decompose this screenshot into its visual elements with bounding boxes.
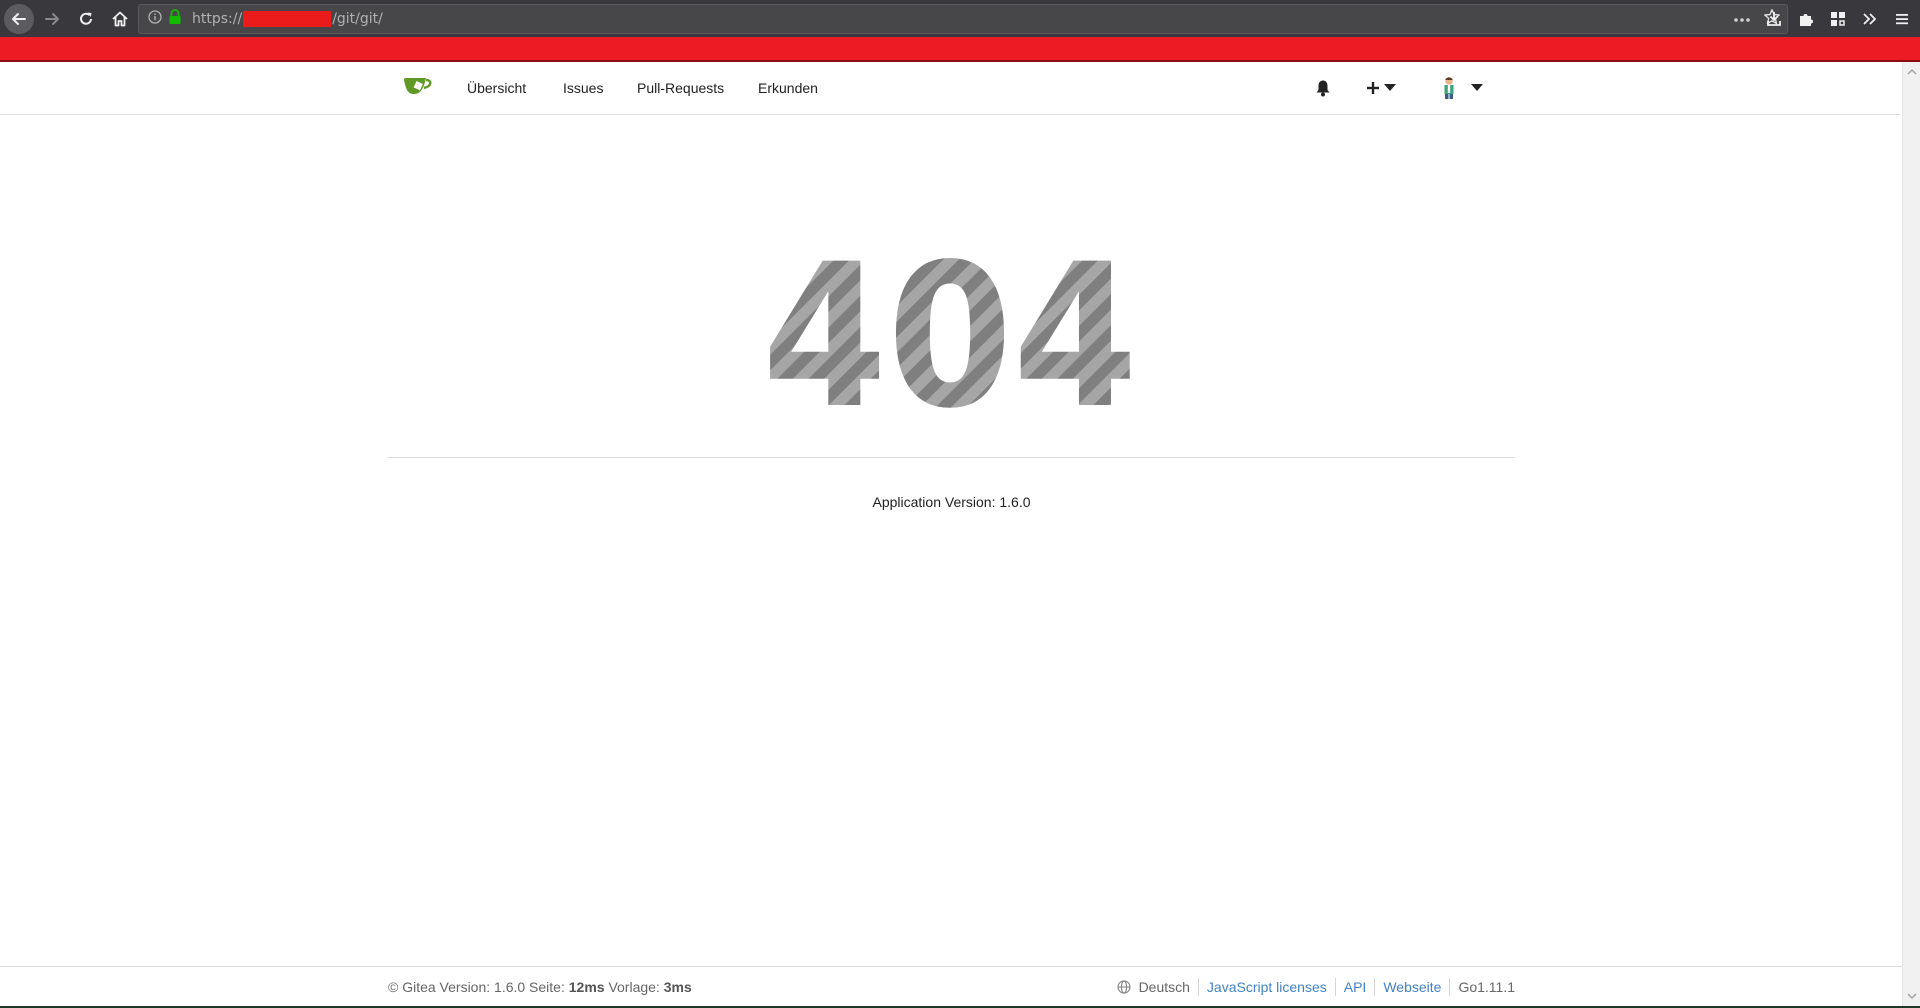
- notification-banner: [0, 37, 1920, 62]
- arrow-left-icon: [12, 12, 26, 25]
- app-version: Application Version: 1.6.0: [872, 494, 1031, 510]
- nav-issues[interactable]: Issues: [563, 62, 603, 114]
- gitea-logo[interactable]: [402, 76, 432, 98]
- hamburger-icon[interactable]: [1890, 7, 1914, 31]
- footer-separator: [1334, 978, 1336, 996]
- gitea-header: Übersicht Issues Pull-Requests Erkunden: [0, 62, 1900, 115]
- language-selector[interactable]: Deutsch: [1116, 979, 1190, 995]
- footer-separator: [1197, 978, 1199, 996]
- avatar-icon: [1444, 77, 1454, 99]
- url-text[interactable]: https:// /git/git/: [192, 11, 383, 27]
- home-icon: [112, 11, 128, 26]
- nav-overview[interactable]: Übersicht: [467, 62, 526, 114]
- scroll-down-icon[interactable]: [1907, 992, 1917, 1000]
- language-label: Deutsch: [1138, 979, 1190, 995]
- chevron-down-icon: [1471, 84, 1483, 91]
- nav-pull-requests[interactable]: Pull-Requests: [637, 62, 724, 114]
- page-footer: © Gitea Version: 1.6.0 Seite: 12ms Vorla…: [0, 966, 1902, 1007]
- lock-icon[interactable]: [168, 8, 182, 30]
- page-scrollbar[interactable]: [1902, 62, 1920, 1006]
- api-link[interactable]: API: [1344, 979, 1367, 995]
- nav-explore[interactable]: Erkunden: [758, 62, 818, 114]
- info-icon[interactable]: [148, 9, 162, 29]
- reload-button[interactable]: [70, 3, 102, 35]
- ellipsis-icon[interactable]: [1733, 10, 1751, 28]
- footer-separator: [1449, 978, 1451, 996]
- website-link[interactable]: Webseite: [1383, 979, 1441, 995]
- footer-copyright: © Gitea Version: 1.6.0 Seite:: [388, 979, 569, 995]
- javascript-licenses-link[interactable]: JavaScript licenses: [1207, 979, 1327, 995]
- notifications-button[interactable]: [1315, 76, 1331, 100]
- redacted-domain: [243, 11, 332, 27]
- url-bar[interactable]: https:// /git/git/: [138, 4, 1788, 34]
- reload-icon: [80, 12, 92, 25]
- puzzle-icon[interactable]: [1794, 7, 1818, 31]
- chevron-down-icon: [1384, 84, 1396, 91]
- create-menu-button[interactable]: [1366, 76, 1396, 100]
- content-divider: [388, 457, 1515, 458]
- sidebar-icon[interactable]: [1826, 7, 1850, 31]
- url-prefix: https://: [192, 11, 243, 27]
- error-404-graphic: 404: [760, 221, 1140, 452]
- plus-icon: [1367, 82, 1379, 94]
- bell-icon: [1316, 80, 1330, 97]
- go-version: Go1.11.1: [1458, 979, 1515, 995]
- footer-version-info: © Gitea Version: 1.6.0 Seite: 12ms Vorla…: [388, 967, 692, 1007]
- footer-template-time: 3ms: [663, 979, 692, 995]
- forward-button[interactable]: [36, 3, 68, 35]
- scroll-up-icon[interactable]: [1907, 68, 1917, 76]
- url-path: /git/git/: [332, 11, 383, 27]
- user-menu-button[interactable]: [1441, 76, 1483, 100]
- globe-icon: [1116, 980, 1131, 994]
- arrow-right-icon: [45, 12, 59, 25]
- browser-toolbar: https:// /git/git/: [0, 0, 1920, 37]
- footer-template-label: Vorlage:: [604, 979, 664, 995]
- footer-separator: [1374, 978, 1376, 996]
- home-button[interactable]: [104, 3, 136, 35]
- chevrons-icon[interactable]: [1858, 7, 1882, 31]
- download-icon[interactable]: [1762, 7, 1786, 31]
- back-button[interactable]: [4, 3, 34, 34]
- footer-page-time: 12ms: [568, 979, 605, 995]
- error-code: 404: [762, 225, 1138, 425]
